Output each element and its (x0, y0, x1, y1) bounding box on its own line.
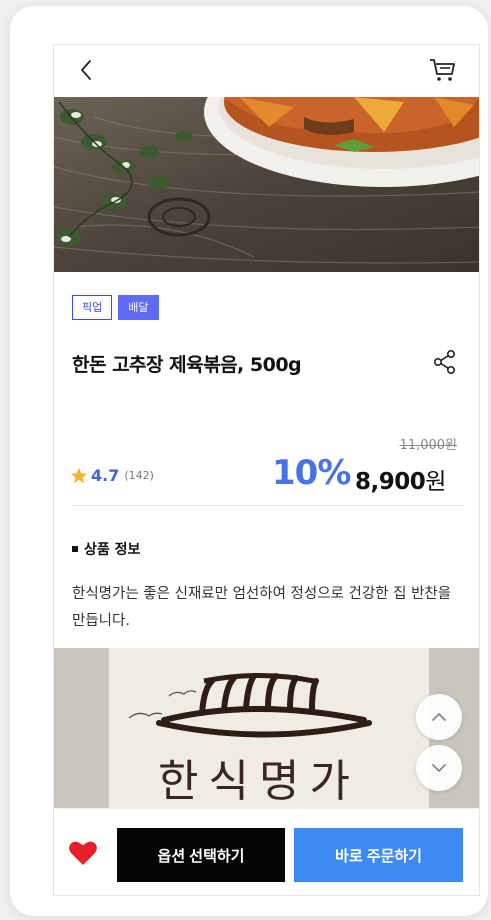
product-detail-screen: 픽업 배달 한돈 고추장 제육볶음, 500g 11,000원 4.7 (142… (53, 44, 480, 896)
pickup-badge: 픽업 (72, 295, 113, 320)
service-badges: 픽업 배달 (72, 295, 159, 320)
brand-image-text: 한식명가 (158, 756, 360, 807)
sale-price-value: 8,900 (355, 469, 426, 495)
cart-button[interactable] (427, 53, 459, 85)
delivery-badge: 배달 (118, 295, 159, 320)
product-title: 한돈 고추장 제육볶음, 500g (72, 354, 302, 376)
share-button[interactable] (431, 348, 459, 376)
cart-icon (430, 59, 455, 81)
rating-value: 4.7 (91, 466, 120, 485)
product-description: 한식명가는 좋은 신재료만 엄선하여 정성으로 건강한 집 반찬을 만듭니다. (72, 586, 452, 629)
product-hero-image (54, 97, 479, 272)
order-now-button[interactable]: 바로 주문하기 (294, 828, 463, 882)
section-title: 상품 정보 (72, 539, 140, 559)
select-option-button[interactable]: 옵션 선택하기 (117, 828, 285, 882)
brand-image: 한식명가 (54, 648, 479, 808)
wishlist-button[interactable] (68, 839, 98, 867)
chevron-left-icon (81, 60, 91, 80)
scroll-down-button[interactable] (416, 745, 462, 791)
price-unit: 원 (425, 469, 446, 495)
chevron-down-icon (432, 764, 446, 772)
bullet-icon (72, 546, 78, 552)
star-icon (70, 467, 88, 483)
chevron-up-icon (432, 713, 446, 721)
bottom-action-bar: 옵션 선택하기 바로 주문하기 (54, 808, 479, 895)
sale-price: 8,900원 (355, 462, 446, 496)
app-card: 픽업 배달 한돈 고추장 제육볶음, 500g 11,000원 4.7 (142… (10, 6, 488, 916)
divider (72, 505, 463, 506)
review-count[interactable]: (142) (124, 469, 154, 482)
discount-rate: 10% (272, 453, 351, 493)
section-title-text: 상품 정보 (84, 542, 141, 558)
rating: 4.7 (142) (70, 466, 154, 485)
original-price: 11,000원 (399, 438, 457, 453)
heart-icon (69, 841, 97, 865)
scroll-up-button[interactable] (416, 694, 462, 740)
share-icon (433, 349, 455, 374)
back-button[interactable] (72, 55, 102, 85)
top-bar (54, 45, 479, 97)
